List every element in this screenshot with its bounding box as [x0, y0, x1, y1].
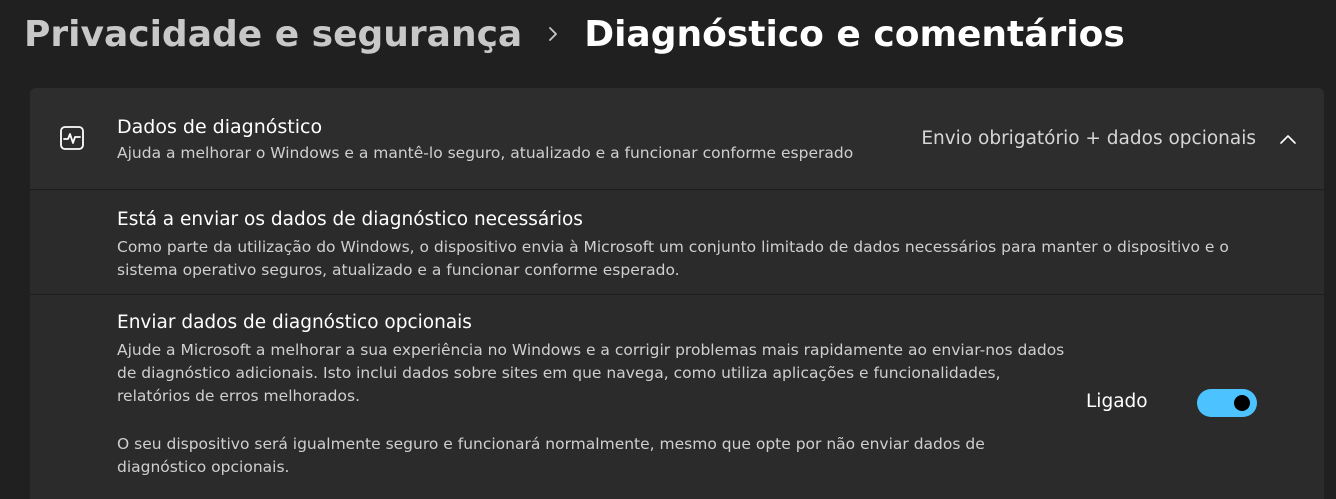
- diagnostic-data-description: Ajuda a melhorar o Windows e a mantê-lo …: [117, 144, 854, 162]
- optional-data-toggle-label: Ligado: [1086, 391, 1148, 412]
- diagnostic-data-card: Dados de diagnóstico Ajuda a melhorar o …: [30, 88, 1324, 499]
- optional-diagnostic-data-row: Enviar dados de diagnóstico opcionais Aj…: [30, 295, 1324, 499]
- required-diagnostic-data-row: Está a enviar os dados de diagnóstico ne…: [30, 190, 1324, 295]
- activity-pulse-icon: [58, 124, 86, 152]
- toggle-knob: [1234, 395, 1250, 411]
- required-data-description: Como parte da utilização do Windows, o d…: [117, 238, 1229, 279]
- breadcrumb: Privacidade e segurança Diagnóstico e co…: [24, 8, 1125, 60]
- chevron-right-icon: [522, 25, 584, 43]
- optional-data-toggle[interactable]: [1197, 389, 1257, 417]
- required-data-title: Está a enviar os dados de diagnóstico ne…: [117, 209, 583, 230]
- breadcrumb-parent-link[interactable]: Privacidade e segurança: [24, 14, 522, 55]
- optional-data-note: O seu dispositivo será igualmente seguro…: [117, 435, 985, 476]
- page-title: Diagnóstico e comentários: [584, 13, 1125, 55]
- diagnostic-data-title: Dados de diagnóstico: [117, 116, 323, 138]
- optional-data-description: Ajude a Microsoft a melhorar a sua exper…: [117, 341, 1065, 405]
- optional-data-title: Enviar dados de diagnóstico opcionais: [117, 312, 472, 333]
- settings-page: Privacidade e segurança Diagnóstico e co…: [0, 0, 1336, 499]
- diagnostic-data-expander[interactable]: Dados de diagnóstico Ajuda a melhorar o …: [30, 88, 1324, 190]
- chevron-up-icon[interactable]: [1276, 128, 1300, 152]
- diagnostic-data-value: Envio obrigatório + dados opcionais: [921, 128, 1256, 149]
